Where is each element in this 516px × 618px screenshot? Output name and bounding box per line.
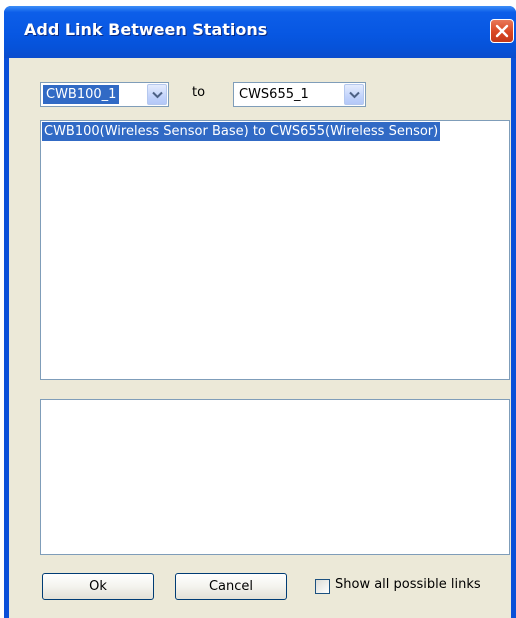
- to-label: to: [192, 85, 206, 100]
- title-bar[interactable]: Add Link Between Stations: [4, 6, 516, 58]
- to-station-select[interactable]: CWS655_1: [233, 82, 366, 107]
- from-station-value: CWB100_1: [43, 85, 120, 104]
- chevron-down-icon: [349, 91, 360, 99]
- details-textbox[interactable]: [40, 399, 510, 555]
- dialog-title: Add Link Between Stations: [24, 20, 268, 39]
- to-station-value: CWS655_1: [239, 87, 309, 102]
- close-icon: [495, 24, 509, 38]
- show-all-links-label[interactable]: Show all possible links: [335, 577, 481, 592]
- from-dropdown-button[interactable]: [147, 84, 167, 105]
- links-listbox[interactable]: CWB100(Wireless Sensor Base) to CWS655(W…: [40, 120, 510, 380]
- close-button[interactable]: [490, 19, 514, 43]
- ok-button[interactable]: Ok: [42, 573, 154, 600]
- to-dropdown-button[interactable]: [344, 84, 364, 105]
- dialog-window: Add Link Between Stations CWB100_1 to CW…: [4, 6, 516, 618]
- chevron-down-icon: [152, 91, 163, 99]
- from-station-select[interactable]: CWB100_1: [40, 82, 169, 107]
- dialog-body: CWB100_1 to CWS655_1 CWB100(Wireless Sen…: [9, 58, 511, 618]
- list-item[interactable]: CWB100(Wireless Sensor Base) to CWS655(W…: [42, 122, 441, 141]
- cancel-button[interactable]: Cancel: [175, 573, 287, 600]
- show-all-links-checkbox[interactable]: [315, 579, 330, 594]
